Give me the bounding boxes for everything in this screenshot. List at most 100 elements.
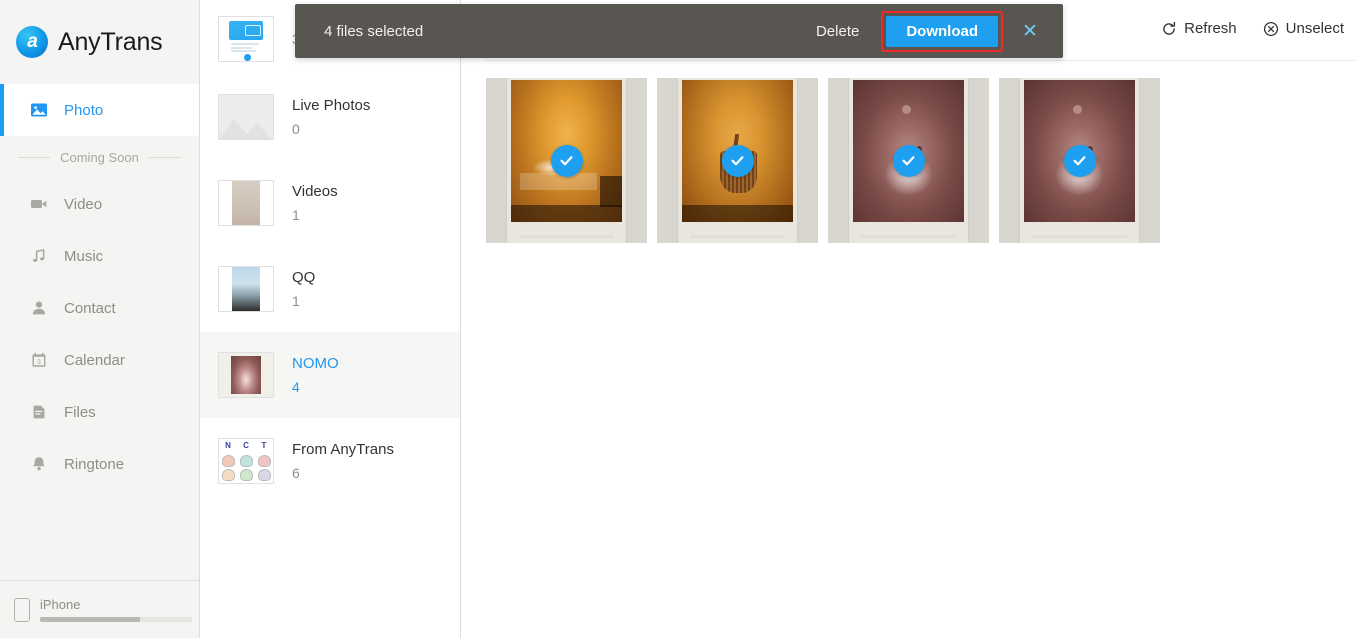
sidebar-item-music[interactable]: Music xyxy=(0,230,199,282)
selected-count-label: 4 files selected xyxy=(324,22,424,40)
check-icon xyxy=(731,156,744,166)
album-count: 1 xyxy=(292,293,300,309)
svg-text:3: 3 xyxy=(37,359,41,366)
photo-selected-check[interactable] xyxy=(550,144,583,177)
calendar-icon: 3 xyxy=(30,351,48,369)
album-count: 1 xyxy=(292,207,300,223)
contact-icon xyxy=(30,299,48,317)
album-meta: QQ 1 xyxy=(292,269,315,309)
nct-letter: C xyxy=(243,441,249,450)
download-highlight-box: Download xyxy=(881,10,1003,52)
brand-name: AnyTrans xyxy=(58,27,163,56)
refresh-label: Refresh xyxy=(1184,20,1237,37)
photo-selected-check[interactable] xyxy=(892,144,925,177)
divider-line-left xyxy=(18,156,51,158)
photo-selected-check[interactable] xyxy=(1063,144,1096,177)
sidebar-item-video[interactable]: Video xyxy=(0,178,199,230)
sidebar-item-label: Photo xyxy=(64,101,104,119)
anytrans-window: a AnyTrans Photo Coming Soon Video Music… xyxy=(0,0,1366,638)
album-count: 4 xyxy=(292,379,300,395)
sidebar-item-label: Video xyxy=(64,195,103,213)
placeholder-thumb xyxy=(219,95,273,139)
album-meta: From AnyTrans 6 xyxy=(292,441,394,481)
selection-toolbar: 4 files selected Delete Download ✕ xyxy=(295,4,1063,58)
album-row-nomo[interactable]: NOMO 4 xyxy=(200,332,460,418)
sidebar-item-calendar[interactable]: 3 Calendar xyxy=(0,334,199,386)
close-icon[interactable]: ✕ xyxy=(1017,22,1043,41)
album-meta: Live Photos 0 xyxy=(292,97,370,137)
ringtone-icon xyxy=(30,455,48,473)
album-row[interactable]: Live Photos 0 xyxy=(200,74,460,160)
album-row[interactable]: N C T From AnyTrans 6 xyxy=(200,418,460,504)
storage-bar-fill xyxy=(40,617,141,622)
qq-thumb xyxy=(219,267,273,311)
album-name: QQ xyxy=(292,269,316,286)
photo-tile[interactable] xyxy=(657,78,818,243)
photo-tile[interactable] xyxy=(999,78,1160,243)
album-thumbnail xyxy=(218,352,274,398)
album-meta: Videos 1 xyxy=(292,183,338,223)
storage-bar xyxy=(40,617,192,622)
logo-glyph: a xyxy=(27,30,38,52)
album-meta: NOMO 4 xyxy=(292,355,339,395)
top-actions: Refresh Unselect xyxy=(1161,20,1344,37)
sidebar-item-label: Files xyxy=(64,403,96,421)
device-info: iPhone xyxy=(40,597,192,622)
coming-soon-label: Coming Soon xyxy=(60,149,139,165)
photo-tile[interactable] xyxy=(486,78,647,243)
photo-content-panel: Refresh Unselect xyxy=(461,0,1366,638)
sidebar: a AnyTrans Photo Coming Soon Video Music… xyxy=(0,0,216,638)
video-thumb xyxy=(219,181,273,225)
album-name: Videos xyxy=(292,183,338,200)
download-button[interactable]: Download xyxy=(886,15,998,47)
unselect-button[interactable]: Unselect xyxy=(1263,20,1344,37)
album-thumbnail xyxy=(218,266,274,312)
video-icon xyxy=(30,195,48,213)
check-icon xyxy=(560,156,573,166)
music-icon xyxy=(30,247,48,265)
desktop-thumb xyxy=(219,17,273,61)
sidebar-item-label: Calendar xyxy=(64,351,125,369)
album-thumbnail xyxy=(218,180,274,226)
check-icon xyxy=(902,156,915,166)
album-count: 6 xyxy=(292,465,300,481)
refresh-button[interactable]: Refresh xyxy=(1161,20,1237,37)
album-thumbnail xyxy=(218,94,274,140)
nct-thumb: N C T xyxy=(219,439,273,483)
refresh-icon xyxy=(1163,21,1176,35)
album-row[interactable]: QQ 1 xyxy=(200,246,460,332)
unselect-label: Unselect xyxy=(1285,20,1344,37)
photo-selected-check[interactable] xyxy=(721,144,754,177)
album-thumbnail xyxy=(218,16,274,62)
album-name: NOMO xyxy=(292,355,339,372)
photo-icon xyxy=(30,101,48,119)
brand-header: a AnyTrans xyxy=(0,0,199,84)
anytrans-logo-icon: a xyxy=(16,26,48,58)
album-row[interactable]: Videos 1 xyxy=(200,160,460,246)
album-count: 0 xyxy=(292,121,300,137)
nct-letter: T xyxy=(261,441,267,450)
album-list-panel: 38 Live Photos 0 Videos 1 xyxy=(200,0,461,638)
sidebar-item-files[interactable]: Files xyxy=(0,386,199,438)
sidebar-item-photo[interactable]: Photo xyxy=(0,84,199,136)
phone-icon xyxy=(14,597,30,622)
photo-tile[interactable] xyxy=(828,78,989,243)
nct-letter: N xyxy=(225,441,231,450)
sidebar-item-contact[interactable]: Contact xyxy=(0,282,199,334)
files-icon xyxy=(30,403,48,421)
unselect-icon xyxy=(1263,21,1278,36)
check-icon xyxy=(1073,156,1086,166)
divider-line-right xyxy=(148,156,181,158)
device-name: iPhone xyxy=(40,597,81,612)
sidebar-item-ringtone[interactable]: Ringtone xyxy=(0,438,199,490)
nomo-thumb xyxy=(219,353,273,397)
delete-button[interactable]: Delete xyxy=(816,23,859,40)
device-status-bar[interactable]: iPhone xyxy=(0,580,216,638)
album-name: From AnyTrans xyxy=(292,441,394,458)
sidebar-item-label: Contact xyxy=(64,299,116,317)
sidebar-item-label: Ringtone xyxy=(64,455,125,473)
coming-soon-divider: Coming Soon xyxy=(0,136,199,178)
album-thumbnail: N C T xyxy=(218,438,274,484)
sidebar-item-label: Music xyxy=(64,247,104,265)
photo-grid xyxy=(486,78,1160,243)
